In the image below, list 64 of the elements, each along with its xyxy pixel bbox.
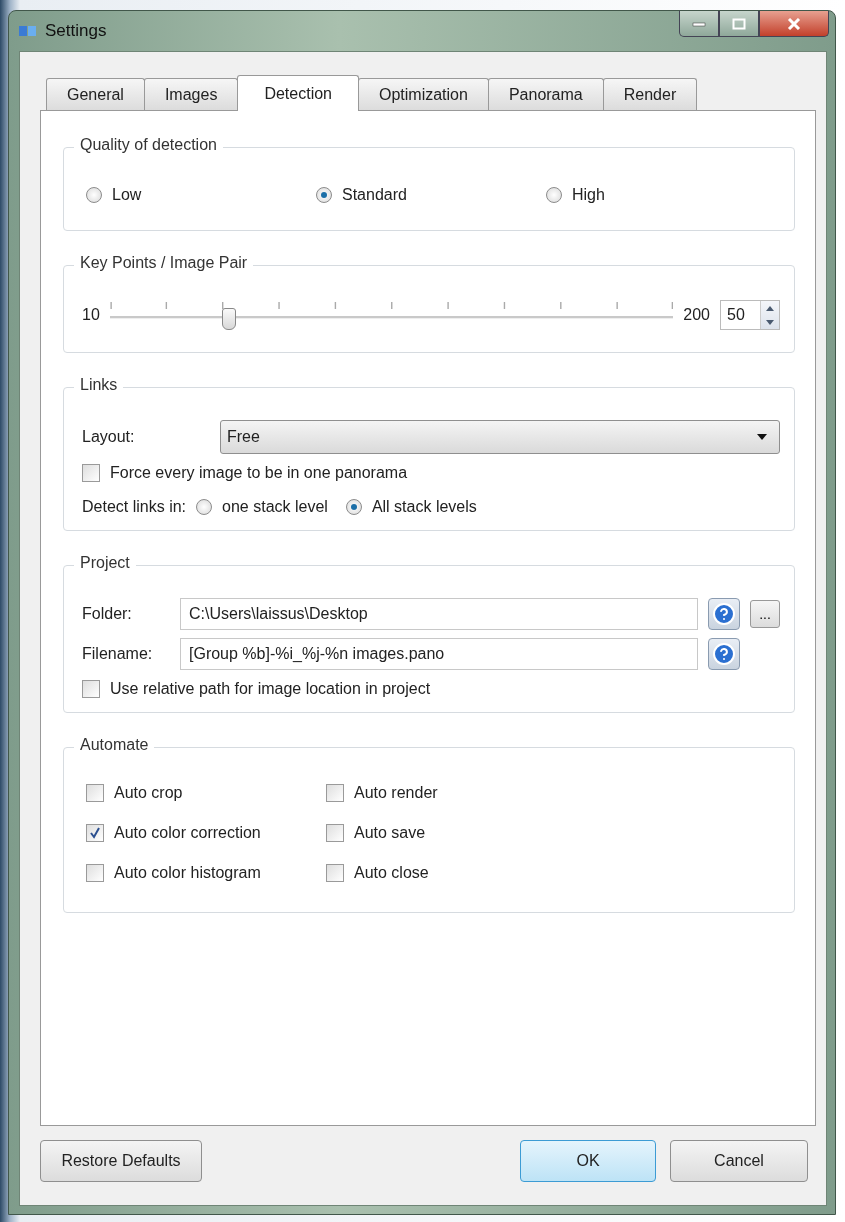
- window-title: Settings: [45, 21, 108, 41]
- checkbox-label: Auto save: [354, 824, 426, 842]
- checkbox[interactable]: [86, 784, 104, 802]
- close-button[interactable]: [759, 11, 829, 37]
- cancel-button[interactable]: Cancel: [670, 1140, 808, 1182]
- maximize-button[interactable]: [719, 11, 759, 37]
- checkbox[interactable]: [86, 864, 104, 882]
- checkbox[interactable]: [82, 464, 100, 482]
- tab[interactable]: Detection: [237, 75, 359, 111]
- radio-label: one stack level: [222, 498, 328, 516]
- checkbox-label: Auto color correction: [114, 824, 261, 842]
- checkbox-label: Auto color histogram: [114, 864, 261, 882]
- group-title: Key Points / Image Pair: [74, 254, 254, 272]
- tab[interactable]: Panorama: [487, 78, 604, 110]
- checkbox-label: Use relative path for image location in project: [110, 680, 431, 698]
- slider-max-label: 200: [683, 306, 710, 324]
- group-title: Project: [74, 554, 136, 572]
- spin-box[interactable]: 50: [720, 300, 780, 330]
- tab[interactable]: Images: [143, 78, 239, 110]
- down-arrow-icon[interactable]: [766, 319, 774, 325]
- slider-min-label: 10: [82, 306, 100, 324]
- checkbox[interactable]: [326, 824, 344, 842]
- restore-defaults-button[interactable]: Restore Defaults: [40, 1140, 202, 1182]
- slider-track[interactable]: [109, 300, 674, 330]
- checkbox-label: Auto crop: [114, 784, 183, 802]
- radio-button[interactable]: [86, 187, 102, 203]
- checkbox-label: Auto render: [354, 784, 438, 802]
- ok-button[interactable]: OK: [520, 1140, 656, 1182]
- folder-field[interactable]: C:\Users\laissus\Desktop: [180, 598, 698, 630]
- radio-button[interactable]: [316, 187, 332, 203]
- tab[interactable]: Render: [602, 78, 698, 110]
- field-label: Detect links in:: [82, 498, 187, 516]
- layout-dropdown[interactable]: Free: [220, 420, 780, 454]
- radio-button[interactable]: [546, 187, 562, 203]
- help-button[interactable]: [708, 598, 740, 630]
- dropdown-arrow-icon: [757, 434, 767, 440]
- slider-thumb[interactable]: [222, 308, 237, 330]
- minimize-button[interactable]: [679, 11, 719, 37]
- app-icon: [19, 23, 37, 39]
- help-button[interactable]: [708, 638, 740, 670]
- checkbox[interactable]: [326, 864, 344, 882]
- checkbox-label: Auto close: [354, 864, 429, 882]
- group-title: Quality of detection: [74, 136, 223, 154]
- up-arrow-icon[interactable]: [766, 305, 774, 311]
- radio-label: Low: [112, 186, 142, 204]
- field-label: Folder:: [82, 605, 133, 623]
- tab[interactable]: General: [46, 78, 145, 110]
- filename-field[interactable]: [Group %b]-%i_%j-%n images.pano: [180, 638, 698, 670]
- checkbox[interactable]: [82, 680, 100, 698]
- browse-button[interactable]: ...: [750, 600, 780, 628]
- radio-label: High: [572, 186, 605, 204]
- radio-button[interactable]: [345, 499, 362, 515]
- field-label: Layout:: [82, 428, 136, 446]
- maximize-icon: [732, 17, 746, 30]
- tab[interactable]: Optimization: [358, 78, 489, 110]
- minimize-icon: [692, 20, 706, 27]
- radio-label: All stack levels: [371, 498, 477, 516]
- close-icon: [787, 17, 801, 30]
- checkbox[interactable]: [86, 824, 104, 842]
- checkbox[interactable]: [326, 784, 344, 802]
- radio-button[interactable]: [196, 499, 213, 515]
- field-label: Filename:: [82, 645, 154, 663]
- radio-label: Standard: [342, 186, 407, 204]
- checkbox-label: Force every image to be in one panorama: [110, 464, 408, 482]
